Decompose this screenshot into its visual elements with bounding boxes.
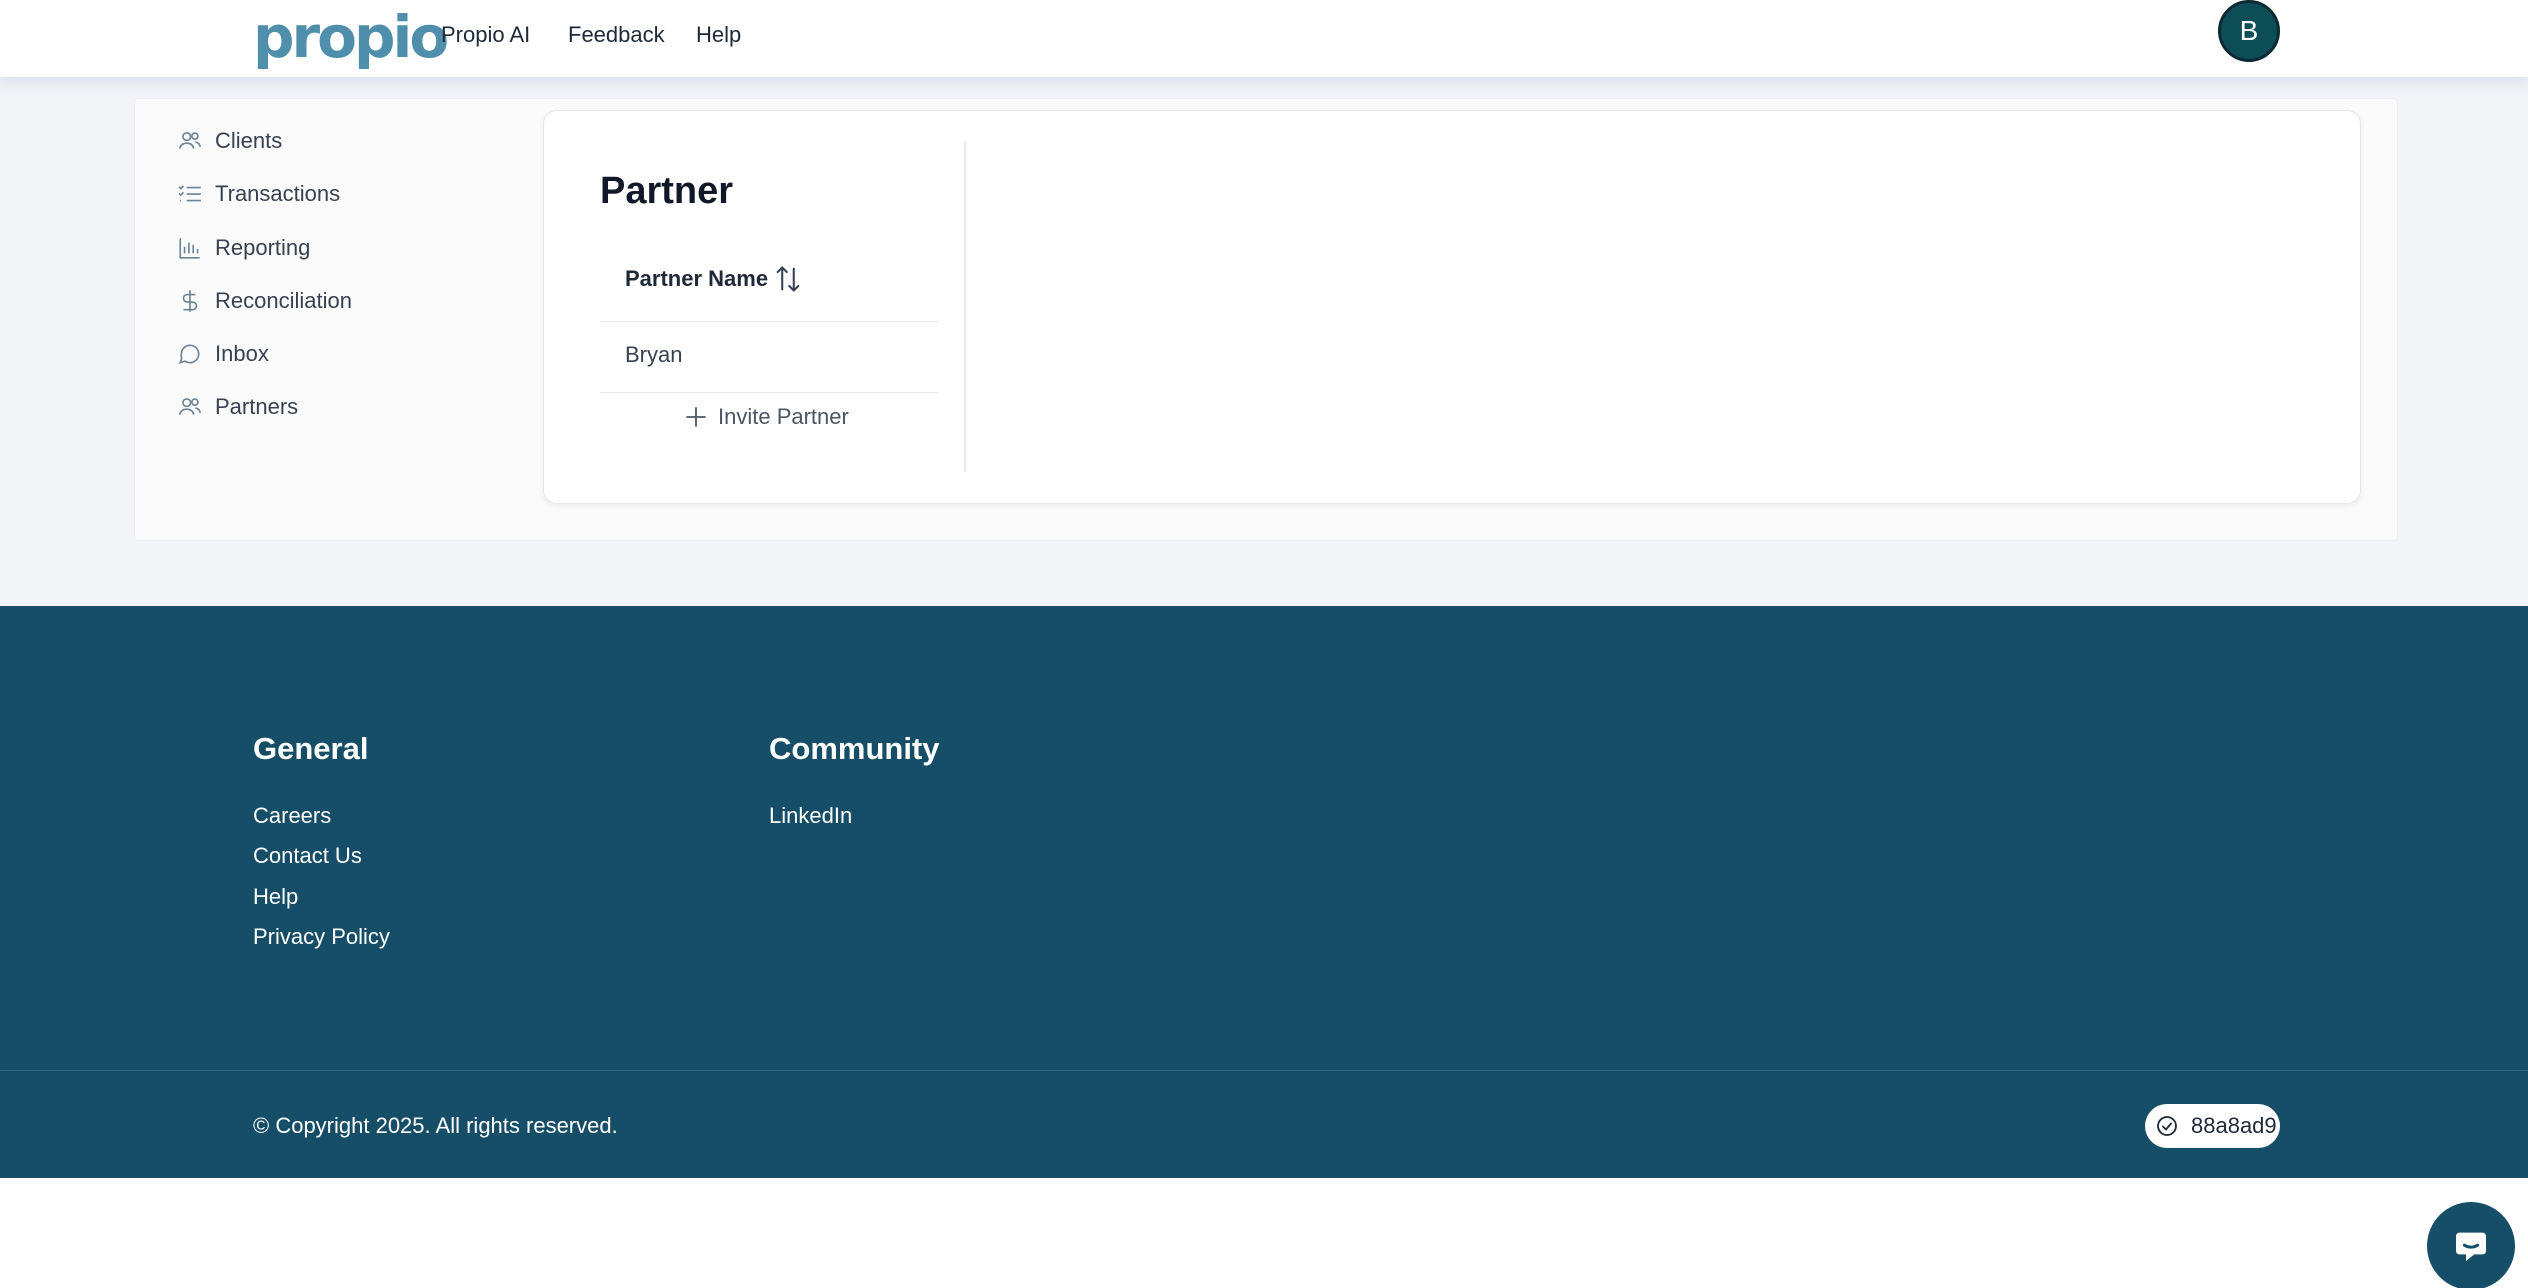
nav-help[interactable]: Help xyxy=(696,20,741,50)
sidebar-item-label: Clients xyxy=(215,128,283,153)
sidebar-item-reporting[interactable]: Reporting xyxy=(176,231,310,265)
sidebar-item-inbox[interactable]: Inbox xyxy=(176,337,269,371)
sidebar-item-label: Reporting xyxy=(215,235,311,260)
invite-partner-button[interactable]: Invite Partner xyxy=(684,404,849,430)
footer-link-linkedin[interactable]: LinkedIn xyxy=(769,801,852,831)
check-circle-icon xyxy=(2157,1116,2177,1136)
partner-name-column-header[interactable]: Partner Name xyxy=(625,264,802,294)
sidebar-item-label: Partners xyxy=(215,394,299,419)
sidebar-item-transactions[interactable]: Transactions xyxy=(176,177,340,211)
user-avatar[interactable]: B xyxy=(2218,0,2280,62)
chat-icon xyxy=(2456,1232,2486,1261)
bar-chart-icon xyxy=(176,234,204,262)
sidebar-item-reconciliation[interactable]: Reconciliation xyxy=(176,284,352,318)
users-icon xyxy=(176,127,204,155)
footer-heading-general: General xyxy=(253,731,369,766)
site-footer xyxy=(0,606,2528,1178)
page-title: Partner xyxy=(600,170,734,212)
chat-bubble-icon xyxy=(176,340,204,368)
footer-link-help[interactable]: Help xyxy=(253,882,298,912)
footer-link-careers[interactable]: Careers xyxy=(253,801,331,831)
sidebar-item-label: Transactions xyxy=(215,181,341,206)
panel-divider xyxy=(964,142,966,472)
footer-heading-community: Community xyxy=(769,731,940,766)
version-text: 88a8ad9 xyxy=(2191,1113,2277,1138)
partner-row-name[interactable]: Bryan xyxy=(625,342,682,368)
footer-link-contact-us[interactable]: Contact Us xyxy=(253,841,362,871)
footer-divider xyxy=(0,1070,2528,1071)
chat-widget-button[interactable] xyxy=(2427,1202,2515,1288)
propio-logo[interactable]: propio xyxy=(253,8,449,66)
sidebar-item-partners[interactable]: Partners xyxy=(176,390,298,424)
plus-icon xyxy=(686,407,706,427)
partner-panel xyxy=(543,110,2361,504)
copyright-text: © Copyright 2025. All rights reserved. xyxy=(253,1113,618,1138)
invite-partner-label: Invite Partner xyxy=(718,404,849,429)
nav-propio-ai[interactable]: Propio AI xyxy=(441,20,530,50)
sidebar-item-clients[interactable]: Clients xyxy=(176,124,282,158)
users-icon xyxy=(176,393,204,421)
nav-feedback[interactable]: Feedback xyxy=(568,20,665,50)
sidebar-item-label: Inbox xyxy=(215,341,269,366)
sidebar-item-label: Reconciliation xyxy=(215,288,352,313)
dollar-icon xyxy=(176,287,204,315)
footer-link-privacy-policy[interactable]: Privacy Policy xyxy=(253,922,390,952)
row-divider xyxy=(600,321,938,322)
sort-icon[interactable] xyxy=(774,264,802,294)
top-header: propio Propio AI Feedback Help B xyxy=(0,0,2528,77)
row-divider xyxy=(600,392,938,393)
version-badge: 88a8ad9 xyxy=(2145,1104,2280,1148)
list-icon xyxy=(176,180,204,208)
column-header-label: Partner Name xyxy=(625,266,769,291)
